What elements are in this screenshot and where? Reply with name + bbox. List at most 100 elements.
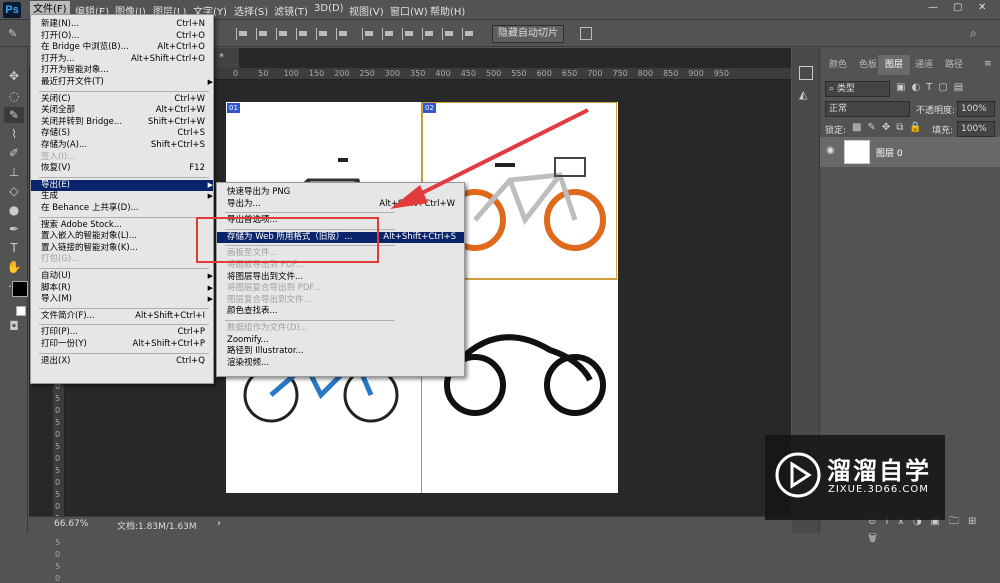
- lasso-tool-icon[interactable]: ◌: [4, 88, 24, 104]
- fill-field[interactable]: 100%: [957, 121, 995, 137]
- eye-icon[interactable]: ◉: [826, 145, 835, 156]
- menu-item-shortcut: Alt+Shift+Ctrl+P: [132, 339, 205, 349]
- restore-button[interactable]: ▢: [953, 2, 962, 13]
- menu-item[interactable]: 脚本(R) ▶: [41, 283, 213, 295]
- align-left-icon[interactable]: [296, 28, 309, 40]
- menu-item[interactable]: 在 Bridge 中浏览(B)... Alt+Ctrl+O: [41, 42, 213, 54]
- menu-item[interactable]: 打包(G)...: [41, 254, 213, 266]
- tab-layers[interactable]: 图层: [878, 55, 911, 75]
- ruler-v-tick: 0: [55, 502, 61, 511]
- menu-item[interactable]: 置入嵌入的智能对象(L)...: [41, 231, 213, 243]
- layer-kind-filter[interactable]: ⌕ 类型: [825, 81, 890, 97]
- menu-item[interactable]: 关闭全部 Alt+Ctrl+W: [41, 105, 213, 117]
- slice-options-icon[interactable]: [580, 27, 592, 40]
- watermark-title: 溜溜自学: [827, 457, 931, 485]
- menu-item[interactable]: 打开为智能对象...: [41, 65, 213, 77]
- distribute-hcenter-icon[interactable]: [442, 28, 455, 40]
- menu-view[interactable]: 视图(V): [349, 3, 384, 18]
- distribute-vcenter-icon[interactable]: [382, 28, 395, 40]
- layer-name[interactable]: 图层 0: [876, 146, 903, 159]
- menu-item[interactable]: 打印一份(Y) Alt+Shift+Ctrl+P: [41, 339, 213, 351]
- slice-tool-icon[interactable]: ✎: [4, 107, 24, 123]
- menu-item[interactable]: 颜色查找表...: [227, 306, 463, 318]
- menu-help[interactable]: 帮助(H): [430, 3, 465, 18]
- history-panel-icon[interactable]: [799, 66, 813, 80]
- align-vcenter-icon[interactable]: [256, 28, 269, 40]
- align-hcenter-icon[interactable]: [316, 28, 329, 40]
- menu-item-label: 在 Bridge 中浏览(B)...: [41, 42, 129, 53]
- tab-paths[interactable]: 路径: [938, 55, 970, 75]
- menu-item[interactable]: 图层复合导出到文件...: [227, 295, 463, 307]
- menu-item[interactable]: 退出(X) Ctrl+Q: [41, 356, 213, 368]
- distribute-bottom-icon[interactable]: [402, 28, 415, 40]
- brush-tool-icon[interactable]: ✐: [4, 145, 24, 161]
- menu-separator: [39, 307, 209, 309]
- menu-3d[interactable]: 3D(D): [314, 3, 344, 14]
- menu-item[interactable]: 置入链接的智能对象(K)...: [41, 243, 213, 255]
- status-menu-icon[interactable]: ›: [217, 518, 221, 529]
- menu-item[interactable]: 关闭(C) Ctrl+W: [41, 94, 213, 106]
- align-bottom-icon[interactable]: [276, 28, 289, 40]
- menu-item[interactable]: 恢复(V) F12: [41, 163, 213, 175]
- menu-select[interactable]: 选择(S): [234, 3, 268, 18]
- distribute-right-icon[interactable]: [462, 28, 475, 40]
- minimize-button[interactable]: —: [928, 2, 938, 13]
- menu-filter[interactable]: 滤镜(T): [274, 3, 308, 18]
- hand-tool-icon[interactable]: ✋: [4, 259, 24, 275]
- menu-item[interactable]: 关闭并转到 Bridge... Shift+Ctrl+W: [41, 117, 213, 129]
- menu-item[interactable]: 路径到 Illustrator...: [227, 346, 463, 358]
- menu-item-shortcut: Ctrl+N: [176, 19, 205, 29]
- menu-item[interactable]: 打开为... Alt+Shift+Ctrl+O: [41, 54, 213, 66]
- menu-item[interactable]: 存储为(A)... Shift+Ctrl+S: [41, 140, 213, 152]
- move-tool-icon[interactable]: ✥: [4, 68, 24, 84]
- hide-auto-slices-button[interactable]: 隐藏自动切片: [492, 25, 564, 43]
- stamp-tool-icon[interactable]: ⊥: [4, 164, 24, 180]
- background-color-swatch[interactable]: [16, 306, 26, 316]
- slice-tool-icon[interactable]: ✎: [8, 27, 22, 41]
- close-window-button[interactable]: ✕: [978, 2, 986, 13]
- menu-item[interactable]: 将图层导出到文件...: [227, 272, 463, 284]
- align-top-icon[interactable]: [236, 28, 249, 40]
- zoom-level[interactable]: 66.67%: [54, 519, 88, 529]
- menu-item[interactable]: 将图层复合导出到 PDF...: [227, 283, 463, 295]
- menu-item[interactable]: 打印(P)... Ctrl+P: [41, 327, 213, 339]
- menu-item[interactable]: 在 Behance 上共享(D)...: [41, 203, 213, 215]
- menu-window[interactable]: 窗口(W): [390, 3, 428, 18]
- menu-item[interactable]: 最近打开文件(T) ▶: [41, 77, 213, 89]
- eyedropper-tool-icon[interactable]: ⌇: [4, 126, 24, 142]
- panel-menu-icon[interactable]: ≡: [984, 59, 992, 69]
- blend-mode-select[interactable]: 正常: [825, 101, 910, 117]
- layer-row[interactable]: ◉ 图层 0: [820, 137, 1000, 167]
- menu-item[interactable]: 生成 ▶: [41, 191, 213, 203]
- pen-tool-icon[interactable]: ✒: [4, 221, 24, 237]
- search-icon[interactable]: ⌕: [970, 26, 977, 41]
- menu-item-label: 自动(U): [41, 271, 71, 281]
- menu-item[interactable]: Zoomify...: [227, 335, 463, 347]
- menu-item[interactable]: 文件简介(F)... Alt+Shift+Ctrl+I: [41, 311, 213, 323]
- eraser-tool-icon[interactable]: ◇: [4, 183, 24, 199]
- menu-item[interactable]: 打开(O)... Ctrl+O: [41, 31, 213, 43]
- menu-item[interactable]: 渲染视频...: [227, 358, 463, 370]
- menu-item[interactable]: 导出(E) ▶: [31, 179, 213, 192]
- tab-color[interactable]: 颜色: [822, 55, 854, 75]
- menu-item[interactable]: 数据组作为文件(D)...: [227, 323, 463, 335]
- distribute-top-icon[interactable]: [362, 28, 375, 40]
- opacity-field[interactable]: 100%: [957, 101, 995, 117]
- distribute-left-icon[interactable]: [422, 28, 435, 40]
- properties-panel-icon[interactable]: ◭: [799, 88, 807, 101]
- foreground-color-swatch[interactable]: [12, 281, 28, 297]
- menu-item[interactable]: 搜索 Adobe Stock...: [41, 220, 213, 232]
- align-right-icon[interactable]: [336, 28, 349, 40]
- menu-item[interactable]: 新建(N)... Ctrl+N: [41, 19, 213, 31]
- menu-item[interactable]: 自动(U) ▶: [41, 271, 213, 283]
- tab-channels[interactable]: 通道: [908, 55, 940, 75]
- quick-mask-icon[interactable]: ◘: [4, 318, 24, 334]
- dodge-tool-icon[interactable]: ●: [4, 202, 24, 218]
- menu-item[interactable]: 存储(S) Ctrl+S: [41, 128, 213, 140]
- menu-item[interactable]: 导入(M) ▶: [41, 294, 213, 306]
- menu-item-shortcut: Alt+Shift+Ctrl+S: [383, 231, 456, 242]
- menu-item[interactable]: 签入(I)...: [41, 152, 213, 164]
- layer-filter-icons[interactable]: ▣◐T▢▤: [896, 82, 969, 93]
- text-tool-icon[interactable]: T: [4, 240, 24, 256]
- lock-icons[interactable]: ▩✎✥⧉🔒: [852, 122, 928, 133]
